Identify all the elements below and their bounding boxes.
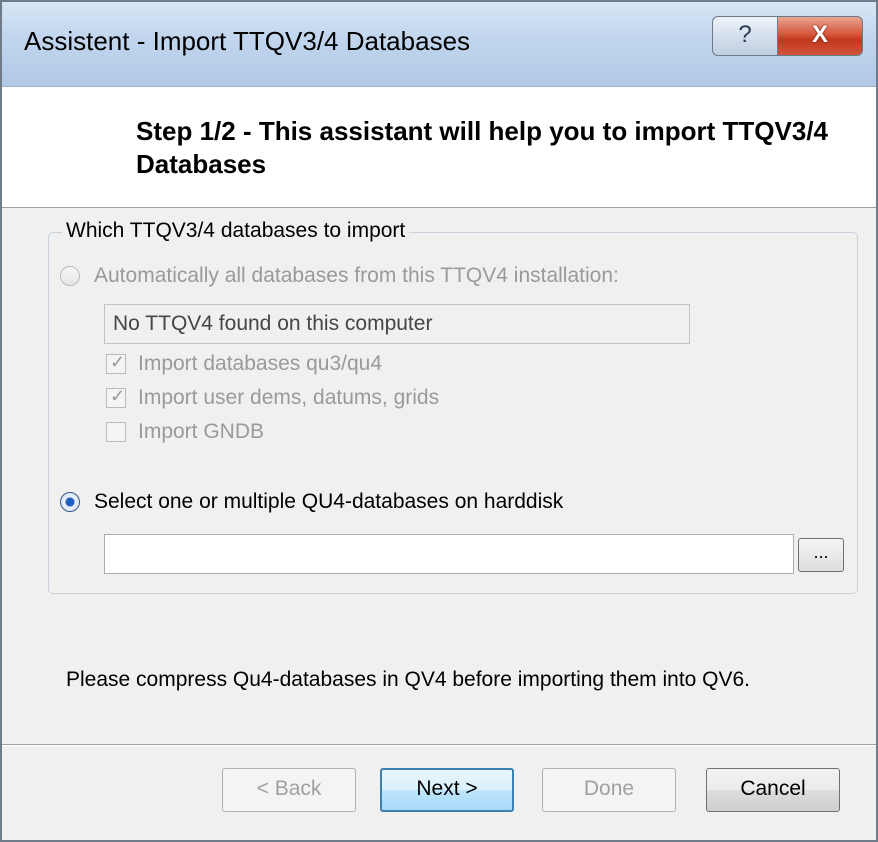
import-databases-label: Import databases qu3/qu4 [138,352,383,375]
group-legend: Which TTQV3/4 databases to import [62,219,410,243]
import-user-dems-label: Import user dems, datums, grids [138,386,440,409]
check-icon: ✓ [110,386,126,406]
cancel-button[interactable]: Cancel [706,768,840,812]
import-gndb-checkbox[interactable] [106,422,126,442]
back-button[interactable]: < Back [222,768,356,812]
header-divider [2,207,876,208]
browse-button[interactable]: ... [798,538,844,572]
next-button[interactable]: Next > [380,768,514,812]
auto-import-label: Automatically all databases from this TT… [94,264,619,287]
select-databases-label: Select one or multiple QU4-databases on … [94,490,564,513]
header-panel: Step 1/2 - This assistant will help you … [2,87,876,207]
import-databases-checkbox[interactable]: ✓ [106,352,126,374]
import-gndb-label: Import GNDB [138,420,265,443]
help-button[interactable]: ? [712,16,778,56]
installation-field: No TTQV4 found on this computer [104,304,690,344]
done-button[interactable]: Done [542,768,676,812]
import-user-dems-checkbox[interactable]: ✓ [106,386,126,408]
close-button[interactable]: X [777,16,863,56]
compress-note: Please compress Qu4-databases in QV4 bef… [66,668,751,691]
step-title: Step 1/2 - This assistant will help you … [136,116,829,179]
help-icon: ? [738,21,752,48]
title-bar: Assistent - Import TTQV3/4 Databases ? X [2,2,876,87]
check-icon: ✓ [110,352,126,372]
close-icon: X [811,21,828,48]
select-databases-radio[interactable] [60,492,80,512]
import-assistant-window: Assistent - Import TTQV3/4 Databases ? X… [0,0,878,842]
database-path-input[interactable] [104,534,794,574]
auto-import-radio[interactable] [60,266,80,286]
window-title: Assistent - Import TTQV3/4 Databases [24,26,471,56]
